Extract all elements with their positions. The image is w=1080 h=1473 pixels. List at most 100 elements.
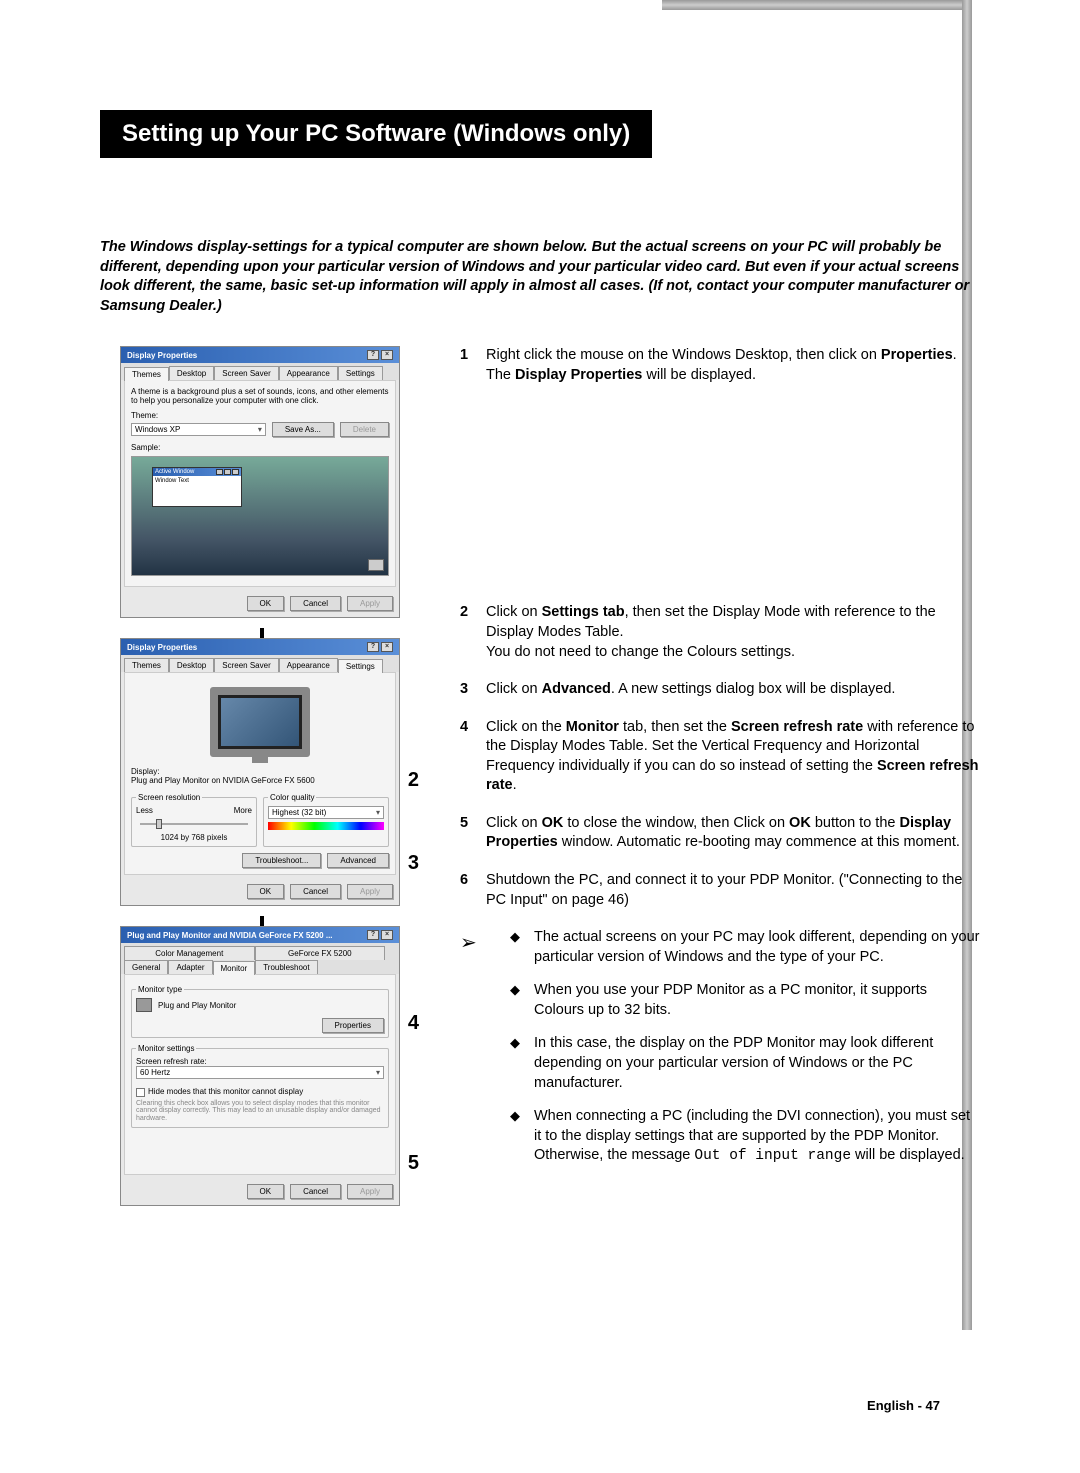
help-icon: ? [367,350,379,360]
help-icon: ? [367,642,379,652]
screenshots-column: Display Properties ? × Themes Desktop Sc… [100,346,420,1205]
troubleshoot-button: Troubleshoot... [242,853,321,868]
step-3: 3 Click on Advanced. A new settings dial… [460,680,980,700]
step-number: 4 [460,718,486,796]
diamond-icon: ◆ [510,981,534,1020]
theme-dropdown: Windows XP ▾ [131,423,266,436]
step-text: Click on [486,604,542,620]
display-label: Display: [131,767,389,776]
monitor-type-label: Monitor type [136,985,184,994]
marker-4: 4 [408,1012,419,1035]
step-text: Click on [486,815,542,831]
step-text: . [953,347,957,363]
note-arrow-icon: ➢ [460,928,510,1181]
save-as-button: Save As... [272,422,334,437]
monitor-icon [136,998,152,1012]
refresh-rate-value: 60 Hertz [140,1068,170,1077]
close-icon: × [381,350,393,360]
tab-desktop: Desktop [169,366,214,380]
tab-settings: Settings [338,659,383,673]
step-text: Click on the [486,719,566,735]
color-swatch-bar [268,822,384,830]
resolution-slider [140,823,248,825]
tab-monitor: Monitor [213,961,256,975]
chevron-down-icon: ▾ [376,808,380,817]
theme-value: Windows XP [135,425,180,434]
chevron-down-icon: ▾ [258,425,262,434]
step-number: 3 [460,680,486,700]
tab-desktop: Desktop [169,658,214,672]
step-bold: Properties [881,347,953,363]
cancel-button: Cancel [290,1184,341,1199]
active-window-label: Active Window [155,469,194,475]
step-1: 1 Right click the mouse on the Windows D… [460,346,980,385]
theme-sample-preview: Active Window Window Text [131,456,389,576]
step-text: Shutdown the PC, and connect it to your … [486,871,980,910]
screen-resolution-label: Screen resolution [136,793,202,802]
tab-themes: Themes [124,367,169,381]
tab-color-management: Color Management [124,946,255,960]
ok-button: OK [247,884,285,899]
apply-button: Apply [347,1184,393,1199]
step-text: will be displayed. [642,367,756,383]
intro-paragraph: The Windows display-settings for a typic… [100,238,970,316]
step-5: 5 Click on OK to close the window, then … [460,814,980,853]
tab-settings: Settings [338,366,383,380]
monitor-preview-icon [210,687,310,757]
dialog-title-text: Display Properties [127,643,197,652]
refresh-rate-label: Screen refresh rate: [136,1057,384,1066]
step-text: window. Automatic re-booting may commenc… [558,834,960,850]
step-4: 4 Click on the Monitor tab, then set the… [460,718,980,796]
recycle-bin-icon [368,559,384,571]
top-gradient-bar [662,0,962,10]
diamond-icon: ◆ [510,1107,534,1167]
monitor-settings-label: Monitor settings [136,1044,196,1053]
note-mono: Out of input range [694,1148,851,1164]
diamond-icon: ◆ [510,928,534,967]
hide-modes-label: Hide modes that this monitor cannot disp… [148,1087,303,1096]
tab-appearance: Appearance [279,658,338,672]
step-text: tab, then set the [619,719,731,735]
apply-button: Apply [347,884,393,899]
step-text: button to the [811,815,900,831]
tab-screensaver: Screen Saver [214,366,278,380]
step-text: The [486,367,515,383]
step-text: . A new settings dialog box will be disp… [611,681,896,697]
hide-modes-checkbox [136,1088,145,1097]
step-number: 5 [460,814,486,853]
step-2: 2 Click on Settings tab, then set the Di… [460,603,980,662]
theme-label: Theme: [131,411,389,420]
step-bold: OK [789,815,811,831]
diamond-icon: ◆ [510,1034,534,1093]
color-quality-value: Highest (32 bit) [272,808,326,817]
page-title: Setting up Your PC Software (Windows onl… [100,110,652,158]
hide-modes-description: Clearing this check box allows you to se… [136,1100,384,1123]
step-text: You do not need to change the Colours se… [486,644,795,660]
ok-button: OK [247,596,285,611]
step-text: Right click the mouse on the Windows Des… [486,347,881,363]
dialog-titlebar: Display Properties ? × [121,347,399,363]
dialog-tabs: Themes Desktop Screen Saver Appearance S… [121,363,399,380]
monitor-properties-dialog: Plug and Play Monitor and NVIDIA GeForce… [120,926,400,1205]
color-quality-label: Color quality [268,793,316,802]
step-text: Click on [486,681,542,697]
apply-button: Apply [347,596,393,611]
dialog-tabs: Themes Desktop Screen Saver Appearance S… [121,655,399,672]
step-bold: Screen refresh rate [731,719,863,735]
monitor-name: Plug and Play Monitor [158,1001,236,1010]
resolution-value: 1024 by 768 pixels [136,833,252,842]
page-footer: English - 47 [867,1398,940,1413]
cancel-button: Cancel [290,596,341,611]
tab-troubleshoot: Troubleshoot [255,960,317,974]
advanced-button: Advanced [327,853,389,868]
step-bold: Settings tab [542,604,625,620]
step-number: 1 [460,346,486,385]
ok-button: OK [247,1184,285,1199]
page-content: Setting up Your PC Software (Windows onl… [100,40,1000,1206]
tab-geforce: GeForce FX 5200 [255,946,386,960]
theme-description: A theme is a background plus a set of so… [131,387,389,405]
close-icon: × [381,642,393,652]
display-properties-themes-dialog: Display Properties ? × Themes Desktop Sc… [120,346,400,618]
tab-adapter: Adapter [168,960,212,974]
marker-3: 3 [408,852,419,875]
